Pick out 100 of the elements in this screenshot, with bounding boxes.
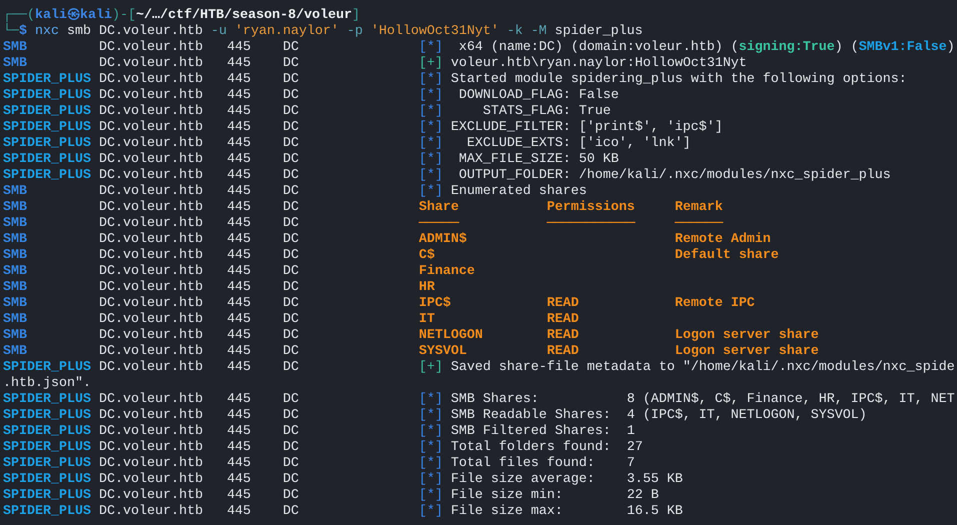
share-name: IT — [418, 312, 435, 327]
log-message: Started module spidering_plus with the following options: — [450, 72, 907, 88]
target-host: DC.voleur.htb — [98, 152, 204, 168]
command-text: nxc smb DC.voleur.htb -u 'ryan.naylor' -p 'HollowOct31Nyt' -k -M spider_plus — [34, 24, 643, 40]
target-host: DC.voleur.htb — [98, 184, 204, 200]
column-header: Share — [418, 200, 459, 215]
port-number: 445 — [226, 488, 252, 504]
stat-value: 8 (ADMIN$, C$, Finance, HR, IPC$, IT, NET — [626, 392, 955, 408]
port-number: 445 — [226, 344, 252, 360]
module-name: SMB — [3, 40, 28, 56]
share-permission: READ — [546, 296, 579, 311]
status-marker: [*] — [418, 72, 444, 88]
netbios-name: DC — [282, 360, 300, 376]
stat-value: 3.55 KB — [626, 472, 683, 488]
netbios-name: DC — [282, 248, 300, 264]
target-host: DC.voleur.htb — [98, 56, 204, 72]
module-name: SMB — [3, 344, 28, 360]
netbios-name: DC — [282, 216, 300, 232]
target-host: DC.voleur.htb — [98, 392, 204, 408]
target-host: DC.voleur.htb — [98, 504, 204, 520]
share-remark: Logon server share — [674, 328, 819, 343]
stat-label: Total files found: — [450, 456, 596, 472]
option-value: ['print$', 'ipc$'] — [578, 120, 723, 136]
netbios-name: DC — [282, 136, 300, 152]
status-marker: [*] — [418, 424, 444, 440]
module-name: SMB — [3, 248, 28, 264]
stat-label: SMB Shares: — [450, 392, 540, 408]
port-number: 445 — [226, 360, 252, 376]
module-name: SMB — [3, 312, 28, 328]
target-host: DC.voleur.htb — [98, 424, 204, 440]
option-key: EXCLUDE_EXTS: — [450, 136, 571, 152]
option-value: /home/kali/.nxc/modules/nxc_spider_plus — [578, 168, 891, 184]
target-host: DC.voleur.htb — [98, 280, 204, 296]
module-name: SPIDER_PLUS — [3, 392, 92, 408]
status-marker: [*] — [418, 488, 444, 504]
port-number: 445 — [226, 56, 252, 72]
netbios-name: DC — [282, 104, 300, 120]
option-key: STATS_FLAG: — [450, 104, 571, 120]
prompt-symbol: └─$ — [3, 24, 27, 40]
target-host: DC.voleur.htb — [98, 456, 204, 472]
column-header: Permissions — [546, 200, 635, 215]
port-number: 445 — [226, 296, 252, 312]
share-name: IPC$ — [418, 296, 451, 311]
stat-label: SMB Readable Shares: — [450, 408, 612, 424]
stat-value: 27 — [626, 440, 643, 456]
module-name: SMB — [3, 184, 28, 200]
log-message: .htb.json". — [3, 376, 91, 392]
module-name: SPIDER_PLUS — [3, 408, 92, 424]
option-key: OUTPUT_FOLDER: — [450, 168, 571, 184]
port-number: 445 — [226, 408, 252, 424]
port-number: 445 — [226, 392, 252, 408]
netbios-name: DC — [282, 120, 300, 136]
module-name: SMB — [3, 280, 28, 296]
status-marker: [+] — [418, 360, 444, 376]
column-rule: ────── — [674, 216, 723, 231]
stat-label: File size average: — [450, 472, 596, 488]
status-marker: [*] — [418, 136, 444, 152]
status-marker: [+] — [418, 56, 444, 72]
module-name: SPIDER_PLUS — [3, 168, 92, 184]
module-name: SPIDER_PLUS — [3, 440, 92, 456]
target-host: DC.voleur.htb — [98, 328, 204, 344]
target-host: DC.voleur.htb — [98, 360, 204, 376]
column-header: Remark — [674, 200, 723, 215]
status-marker: [*] — [418, 408, 444, 424]
stat-value: 1 — [626, 424, 635, 440]
share-remark: Logon server share — [674, 344, 819, 359]
port-number: 445 — [226, 232, 252, 248]
status-marker: [*] — [418, 152, 444, 168]
netbios-name: DC — [282, 168, 300, 184]
module-name: SPIDER_PLUS — [3, 488, 92, 504]
module-name: SMB — [3, 232, 28, 248]
log-message: Saved share-file metadata to "/home/kali/.nxc/modules/nxc_spide — [450, 360, 955, 376]
stat-label: Total folders found: — [450, 440, 612, 456]
port-number: 445 — [226, 328, 252, 344]
port-number: 445 — [226, 456, 252, 472]
port-number: 445 — [226, 120, 252, 136]
column-rule: ─────────── — [546, 216, 636, 231]
port-number: 445 — [226, 40, 252, 56]
stat-value: 4 (IPC$, IT, NETLOGON, SYSVOL) — [626, 408, 867, 424]
port-number: 445 — [226, 72, 252, 88]
target-host: DC.voleur.htb — [98, 168, 204, 184]
stat-label: File size max: — [450, 504, 564, 520]
netbios-name: DC — [282, 296, 300, 312]
status-marker: [*] — [418, 40, 444, 56]
share-remark: Default share — [674, 248, 779, 263]
option-key: DOWNLOAD_FLAG: — [450, 88, 571, 104]
option-value: ['ico', 'lnk'] — [578, 136, 691, 152]
netbios-name: DC — [282, 424, 300, 440]
target-host: DC.voleur.htb — [98, 296, 204, 312]
port-number: 445 — [226, 104, 252, 120]
netbios-name: DC — [282, 488, 300, 504]
status-marker: [*] — [418, 456, 444, 472]
share-name: ADMIN$ — [418, 232, 467, 247]
module-name: SMB — [3, 200, 28, 216]
share-name: SYSVOL — [418, 344, 467, 359]
module-name: SMB — [3, 56, 28, 72]
stat-label: File size min: — [450, 488, 564, 504]
target-host: DC.voleur.htb — [98, 120, 204, 136]
column-rule: ───── — [418, 216, 460, 231]
target-host: DC.voleur.htb — [98, 104, 204, 120]
